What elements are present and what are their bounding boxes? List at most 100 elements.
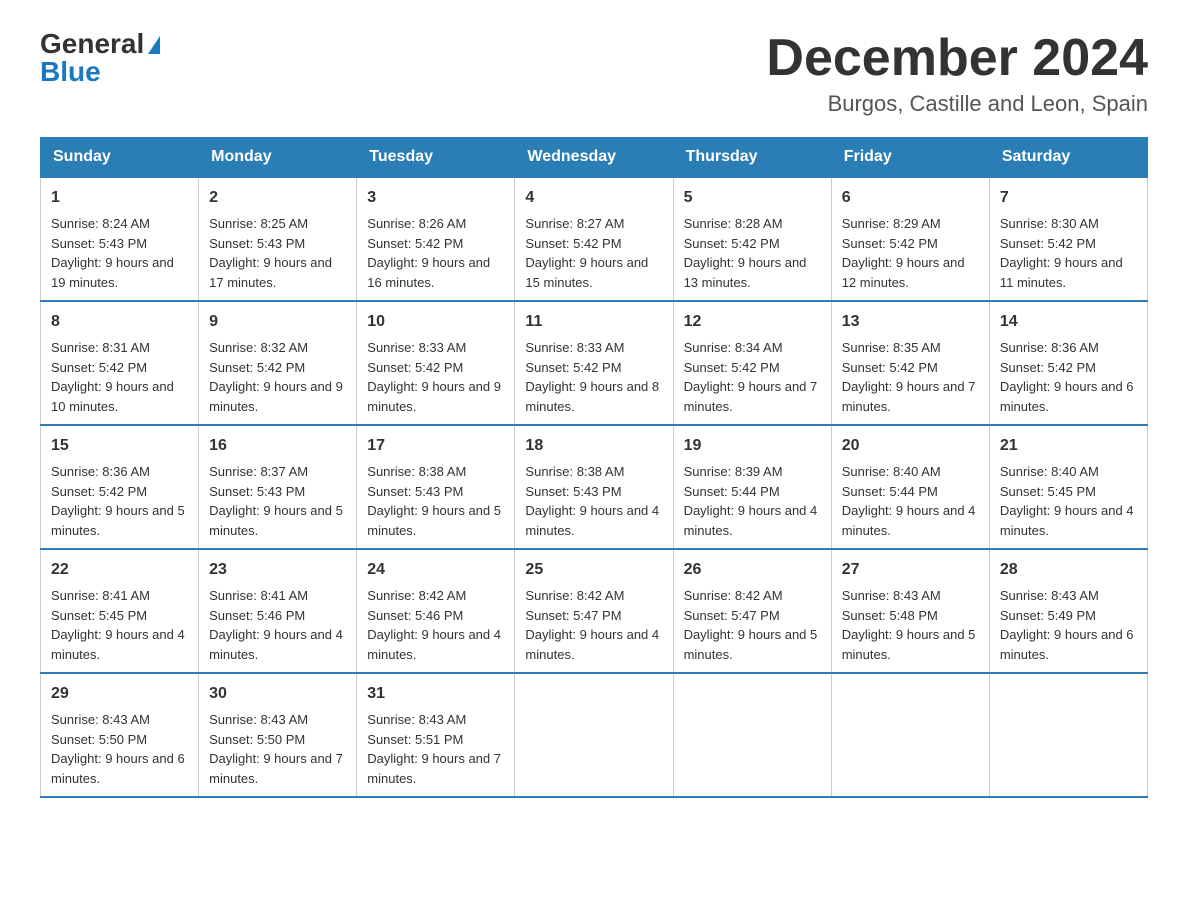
sunrise-text: Sunrise: 8:40 AM: [1000, 464, 1099, 479]
calendar-cell: 22 Sunrise: 8:41 AM Sunset: 5:45 PM Dayl…: [41, 549, 199, 673]
calendar-cell: 20 Sunrise: 8:40 AM Sunset: 5:44 PM Dayl…: [831, 425, 989, 549]
sunset-text: Sunset: 5:42 PM: [684, 360, 780, 375]
daylight-text: Daylight: 9 hours and 12 minutes.: [842, 255, 965, 290]
day-number: 30: [209, 682, 346, 706]
calendar-cell: 2 Sunrise: 8:25 AM Sunset: 5:43 PM Dayli…: [199, 177, 357, 301]
sunrise-text: Sunrise: 8:33 AM: [525, 340, 624, 355]
day-number: 15: [51, 434, 188, 458]
sunset-text: Sunset: 5:46 PM: [367, 608, 463, 623]
sunset-text: Sunset: 5:42 PM: [367, 236, 463, 251]
day-number: 11: [525, 310, 662, 334]
day-number: 18: [525, 434, 662, 458]
calendar-cell: 7 Sunrise: 8:30 AM Sunset: 5:42 PM Dayli…: [989, 177, 1147, 301]
daylight-text: Daylight: 9 hours and 11 minutes.: [1000, 255, 1123, 290]
sunset-text: Sunset: 5:43 PM: [51, 236, 147, 251]
calendar-cell: 30 Sunrise: 8:43 AM Sunset: 5:50 PM Dayl…: [199, 673, 357, 797]
calendar-cell: [831, 673, 989, 797]
daylight-text: Daylight: 9 hours and 9 minutes.: [367, 379, 501, 414]
day-header-tuesday: Tuesday: [357, 138, 515, 178]
sunrise-text: Sunrise: 8:36 AM: [51, 464, 150, 479]
sunrise-text: Sunrise: 8:28 AM: [684, 216, 783, 231]
sunrise-text: Sunrise: 8:24 AM: [51, 216, 150, 231]
daylight-text: Daylight: 9 hours and 8 minutes.: [525, 379, 659, 414]
sunset-text: Sunset: 5:50 PM: [51, 732, 147, 747]
sunset-text: Sunset: 5:51 PM: [367, 732, 463, 747]
sunset-text: Sunset: 5:43 PM: [209, 236, 305, 251]
day-number: 14: [1000, 310, 1137, 334]
day-header-friday: Friday: [831, 138, 989, 178]
calendar-cell: 4 Sunrise: 8:27 AM Sunset: 5:42 PM Dayli…: [515, 177, 673, 301]
daylight-text: Daylight: 9 hours and 6 minutes.: [1000, 379, 1134, 414]
sunset-text: Sunset: 5:43 PM: [209, 484, 305, 499]
sunrise-text: Sunrise: 8:43 AM: [51, 712, 150, 727]
day-number: 7: [1000, 186, 1137, 210]
calendar-cell: 16 Sunrise: 8:37 AM Sunset: 5:43 PM Dayl…: [199, 425, 357, 549]
sunset-text: Sunset: 5:42 PM: [1000, 236, 1096, 251]
calendar-cell: 31 Sunrise: 8:43 AM Sunset: 5:51 PM Dayl…: [357, 673, 515, 797]
calendar-cell: 8 Sunrise: 8:31 AM Sunset: 5:42 PM Dayli…: [41, 301, 199, 425]
sunset-text: Sunset: 5:45 PM: [51, 608, 147, 623]
sunset-text: Sunset: 5:42 PM: [51, 484, 147, 499]
daylight-text: Daylight: 9 hours and 6 minutes.: [1000, 627, 1134, 662]
sunrise-text: Sunrise: 8:42 AM: [684, 588, 783, 603]
day-number: 13: [842, 310, 979, 334]
sunrise-text: Sunrise: 8:27 AM: [525, 216, 624, 231]
sunrise-text: Sunrise: 8:40 AM: [842, 464, 941, 479]
sunset-text: Sunset: 5:45 PM: [1000, 484, 1096, 499]
daylight-text: Daylight: 9 hours and 5 minutes.: [51, 503, 185, 538]
logo-blue-text: Blue: [40, 58, 101, 86]
sunrise-text: Sunrise: 8:42 AM: [525, 588, 624, 603]
sunset-text: Sunset: 5:49 PM: [1000, 608, 1096, 623]
calendar-cell: 11 Sunrise: 8:33 AM Sunset: 5:42 PM Dayl…: [515, 301, 673, 425]
sunrise-text: Sunrise: 8:32 AM: [209, 340, 308, 355]
day-number: 31: [367, 682, 504, 706]
sunrise-text: Sunrise: 8:43 AM: [209, 712, 308, 727]
sunrise-text: Sunrise: 8:26 AM: [367, 216, 466, 231]
daylight-text: Daylight: 9 hours and 4 minutes.: [1000, 503, 1134, 538]
sunrise-text: Sunrise: 8:42 AM: [367, 588, 466, 603]
page-header: General Blue December 2024 Burgos, Casti…: [40, 30, 1148, 117]
logo-general-text: General: [40, 30, 144, 58]
daylight-text: Daylight: 9 hours and 4 minutes.: [367, 627, 501, 662]
sunset-text: Sunset: 5:46 PM: [209, 608, 305, 623]
daylight-text: Daylight: 9 hours and 7 minutes.: [367, 751, 501, 786]
calendar-cell: 3 Sunrise: 8:26 AM Sunset: 5:42 PM Dayli…: [357, 177, 515, 301]
sunset-text: Sunset: 5:48 PM: [842, 608, 938, 623]
daylight-text: Daylight: 9 hours and 5 minutes.: [367, 503, 501, 538]
daylight-text: Daylight: 9 hours and 10 minutes.: [51, 379, 174, 414]
day-number: 4: [525, 186, 662, 210]
day-number: 12: [684, 310, 821, 334]
day-number: 28: [1000, 558, 1137, 582]
daylight-text: Daylight: 9 hours and 15 minutes.: [525, 255, 648, 290]
sunset-text: Sunset: 5:47 PM: [684, 608, 780, 623]
sunrise-text: Sunrise: 8:38 AM: [525, 464, 624, 479]
sunset-text: Sunset: 5:50 PM: [209, 732, 305, 747]
logo: General Blue: [40, 30, 160, 86]
daylight-text: Daylight: 9 hours and 16 minutes.: [367, 255, 490, 290]
sunset-text: Sunset: 5:42 PM: [842, 360, 938, 375]
day-number: 26: [684, 558, 821, 582]
sunrise-text: Sunrise: 8:43 AM: [367, 712, 466, 727]
calendar-cell: 21 Sunrise: 8:40 AM Sunset: 5:45 PM Dayl…: [989, 425, 1147, 549]
week-row-5: 29 Sunrise: 8:43 AM Sunset: 5:50 PM Dayl…: [41, 673, 1148, 797]
calendar-cell: 14 Sunrise: 8:36 AM Sunset: 5:42 PM Dayl…: [989, 301, 1147, 425]
day-number: 19: [684, 434, 821, 458]
sunrise-text: Sunrise: 8:35 AM: [842, 340, 941, 355]
calendar-cell: 13 Sunrise: 8:35 AM Sunset: 5:42 PM Dayl…: [831, 301, 989, 425]
sunrise-text: Sunrise: 8:41 AM: [209, 588, 308, 603]
calendar-cell: 12 Sunrise: 8:34 AM Sunset: 5:42 PM Dayl…: [673, 301, 831, 425]
calendar-cell: 27 Sunrise: 8:43 AM Sunset: 5:48 PM Dayl…: [831, 549, 989, 673]
daylight-text: Daylight: 9 hours and 5 minutes.: [842, 627, 976, 662]
sunset-text: Sunset: 5:47 PM: [525, 608, 621, 623]
day-number: 24: [367, 558, 504, 582]
sunrise-text: Sunrise: 8:37 AM: [209, 464, 308, 479]
calendar-cell: 17 Sunrise: 8:38 AM Sunset: 5:43 PM Dayl…: [357, 425, 515, 549]
location-subtitle: Burgos, Castille and Leon, Spain: [766, 91, 1148, 117]
sunrise-text: Sunrise: 8:29 AM: [842, 216, 941, 231]
daylight-text: Daylight: 9 hours and 7 minutes.: [209, 751, 343, 786]
day-number: 23: [209, 558, 346, 582]
calendar-cell: 6 Sunrise: 8:29 AM Sunset: 5:42 PM Dayli…: [831, 177, 989, 301]
calendar-cell: [989, 673, 1147, 797]
daylight-text: Daylight: 9 hours and 19 minutes.: [51, 255, 174, 290]
calendar-cell: 23 Sunrise: 8:41 AM Sunset: 5:46 PM Dayl…: [199, 549, 357, 673]
